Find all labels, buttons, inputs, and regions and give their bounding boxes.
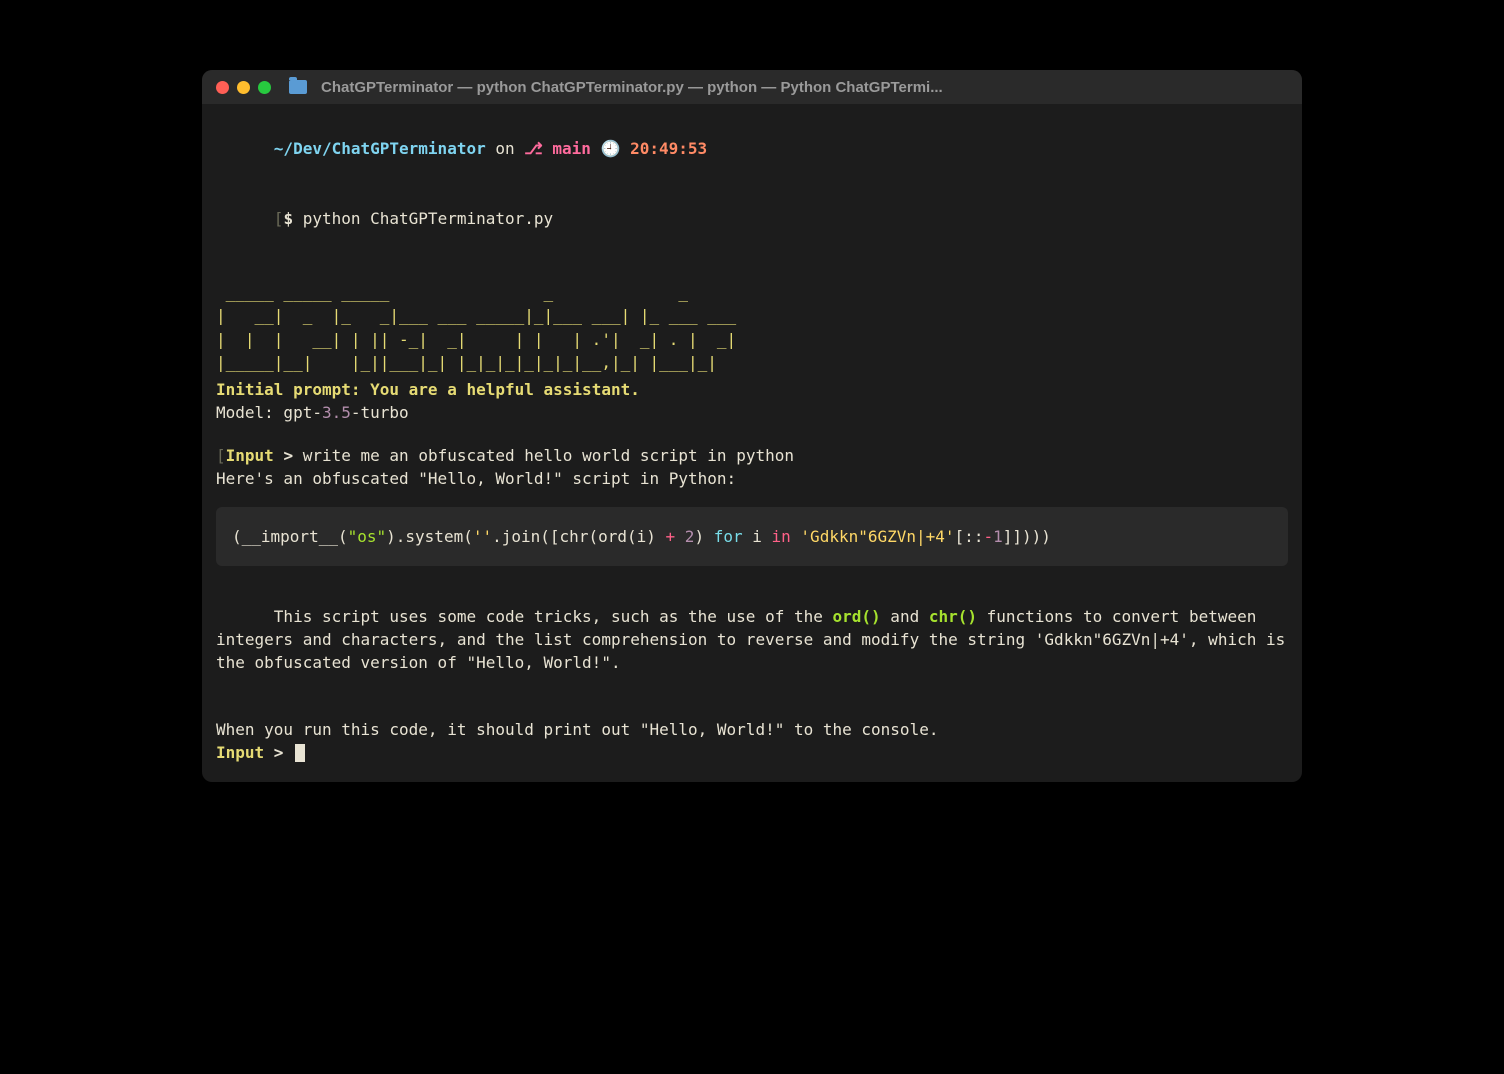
user-query: write me an obfuscated hello world scrip… [303, 446, 794, 465]
command-line: [$ python ChatGPTerminator.py [216, 184, 1288, 254]
code-number: 1 [993, 527, 1003, 546]
prompt-time: 20:49:53 [630, 139, 707, 158]
input-arrow: > [264, 743, 293, 762]
response-text: This script uses some code tricks, such … [274, 607, 833, 626]
model-suffix: -turbo [351, 403, 409, 422]
terminal-window: ChatGPTerminator — python ChatGPTerminat… [202, 70, 1302, 782]
initial-prompt-line: Initial prompt: You are a helpful assist… [216, 378, 1288, 401]
response-text: and [881, 607, 929, 626]
git-branch: main [552, 139, 591, 158]
response-explanation-2: When you run this code, it should print … [216, 718, 1288, 741]
bracket-open: [ [274, 209, 284, 228]
code-operator: + [666, 527, 676, 546]
ascii-banner: _____ _____ _____ _ _ | __| _ |_ _|___ _… [216, 281, 1288, 374]
code-keyword: for [714, 527, 743, 546]
cursor-icon [295, 744, 305, 762]
code-number: 2 [685, 527, 695, 546]
code-operator: - [983, 527, 993, 546]
bracket-open: [ [216, 446, 226, 465]
code-token: ]]))) [1003, 527, 1051, 546]
code-string: "os" [348, 527, 387, 546]
response-explanation-1: This script uses some code tricks, such … [216, 582, 1288, 698]
folder-icon [289, 80, 307, 94]
traffic-lights [216, 81, 271, 94]
input-label: Input [226, 446, 274, 465]
spacer [216, 698, 1288, 718]
code-token: . [492, 527, 502, 546]
code-token: [:: [955, 527, 984, 546]
code-token: (__import__( [232, 527, 348, 546]
on-separator: on [486, 139, 525, 158]
initial-prompt-text: You are a helpful assistant. [361, 380, 640, 399]
model-version: 3.5 [322, 403, 351, 422]
code-token: . [396, 527, 406, 546]
code-block: (__import__("os").system(''.join([chr(or… [216, 507, 1288, 566]
shell-prompt-line: ~/Dev/ChatGPTerminator on ⎇ main 🕘 20:49… [216, 114, 1288, 184]
code-token [791, 527, 801, 546]
input-arrow: > [274, 446, 303, 465]
code-token: ) [694, 527, 713, 546]
minimize-button[interactable] [237, 81, 250, 94]
titlebar[interactable]: ChatGPTerminator — python ChatGPTerminat… [202, 70, 1302, 104]
terminal-body[interactable]: ~/Dev/ChatGPTerminator on ⎇ main 🕘 20:49… [202, 104, 1302, 782]
code-keyword: in [772, 527, 791, 546]
command-text: python ChatGPTerminator.py [303, 209, 553, 228]
input-prompt-active[interactable]: Input > [216, 741, 1288, 764]
cwd-path: ~/Dev/ChatGPTerminator [274, 139, 486, 158]
git-branch-icon: ⎇ [524, 139, 552, 158]
response-intro: Here's an obfuscated "Hello, World!" scr… [216, 467, 1288, 490]
code-token: i [743, 527, 772, 546]
input-label: Input [216, 743, 264, 762]
code-token: system( [405, 527, 472, 546]
model-line: Model: gpt-3.5-turbo [216, 401, 1288, 424]
model-prefix: Model: gpt- [216, 403, 322, 422]
input-line: [Input > write me an obfuscated hello wo… [216, 444, 1288, 467]
spacer [216, 424, 1288, 444]
code-string: 'Gdkkn"6GZVn|+4' [800, 527, 954, 546]
dollar-sign: $ [283, 209, 302, 228]
fn-ord: ord() [833, 607, 881, 626]
code-token: join([chr(ord(i) [502, 527, 666, 546]
window-title: ChatGPTerminator — python ChatGPTerminat… [321, 79, 1288, 96]
initial-prompt-label: Initial prompt: [216, 380, 361, 399]
code-token [675, 527, 685, 546]
code-string: '' [473, 527, 492, 546]
code-token: ) [386, 527, 396, 546]
clock-icon: 🕘 [601, 139, 631, 158]
spacer [216, 253, 1288, 273]
maximize-button[interactable] [258, 81, 271, 94]
fn-chr: chr() [929, 607, 977, 626]
close-button[interactable] [216, 81, 229, 94]
